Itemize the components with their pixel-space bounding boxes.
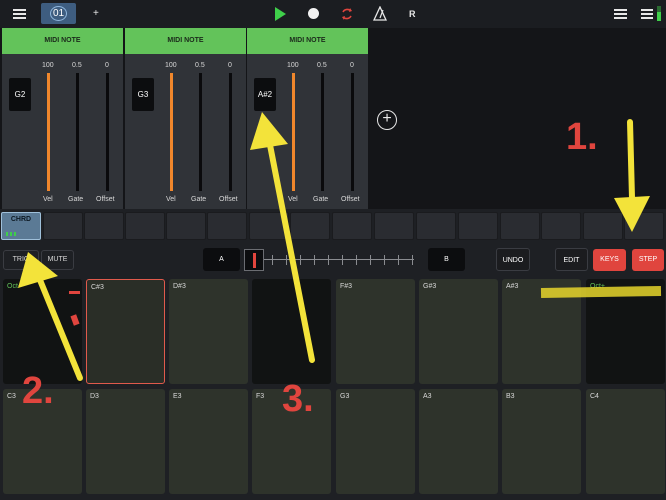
- annotation-arrow-1: [627, 119, 635, 201]
- annotation-arrow-3: [267, 142, 315, 363]
- annotation-number-1: 1.: [566, 116, 598, 158]
- annotation-number-3: 3.: [282, 378, 314, 420]
- annotation-arrow-2: [37, 277, 83, 381]
- annotation-number-2: 2.: [22, 370, 54, 412]
- annotation-arrow-1-head: [614, 196, 650, 232]
- app-root: 01 + R MIDI NOTE G2 100 0.5 0 Vel Gate O…: [0, 0, 666, 500]
- annotation-arrow-3-head: [250, 112, 288, 150]
- annotation-arrows: [18, 112, 650, 381]
